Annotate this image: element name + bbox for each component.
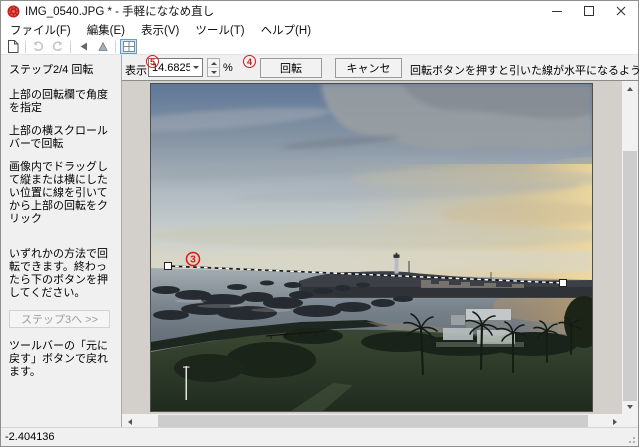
vertical-scrollbar[interactable] — [622, 81, 638, 414]
rotation-line-handle-right[interactable] — [560, 280, 567, 287]
chevron-down-icon — [211, 71, 217, 74]
close-button[interactable] — [605, 1, 637, 21]
app-icon — [7, 5, 20, 18]
spinner-up-button[interactable] — [208, 59, 219, 67]
toolbar-separator — [25, 41, 26, 53]
spinner-down-button[interactable] — [208, 67, 219, 76]
instruction-drag-line: 画像内でドラッグして縦または横にしたい位置に線を引いてから上部の回転をクリック — [9, 161, 115, 226]
rotate-right-icon — [97, 41, 109, 52]
scroll-down-button[interactable] — [622, 399, 638, 414]
photo-lighthouse — [395, 257, 399, 274]
new-image-button[interactable] — [4, 39, 21, 54]
app-window: IMG_0540.JPG * - 手軽にななめ直し ファイル(F) 編集(E) … — [0, 0, 639, 447]
minimize-icon — [552, 11, 562, 12]
titlebar: IMG_0540.JPG * - 手軽にななめ直し — [1, 1, 638, 21]
display-zoom-label: 表示 — [125, 62, 147, 78]
resize-grip[interactable] — [626, 434, 636, 444]
photo-image: 3 — [151, 84, 592, 411]
controlbar: 表示 % 回転 キャンセル 回転ボタンを押すと引いた線が水平になるように回転しま… — [122, 55, 638, 81]
zoom-spinner — [207, 58, 220, 77]
rotation-line-handle-left[interactable] — [165, 263, 172, 270]
minimize-button[interactable] — [541, 1, 573, 21]
next-step-button[interactable]: ステップ3へ >> — [9, 310, 110, 328]
menu-tools[interactable]: ツール(T) — [187, 21, 252, 39]
maximize-button[interactable] — [573, 1, 605, 21]
instruction-scrollbar: 上部の横スクロールバーで回転 — [9, 125, 115, 151]
toolbar-separator — [70, 41, 71, 53]
menu-help[interactable]: ヘルプ(H) — [253, 21, 319, 39]
work-area: 表示 % 回転 キャンセル 回転ボタンを押すと引いた線が水平になるように回転しま… — [122, 55, 638, 429]
chevron-left-icon — [128, 419, 132, 425]
grid-toggle-button[interactable] — [120, 39, 137, 54]
close-icon — [616, 6, 626, 16]
chevron-up-icon — [627, 87, 633, 91]
undo-icon — [32, 41, 45, 52]
statusbar: -2.404136 — [1, 427, 638, 446]
menu-edit[interactable]: 編集(E) — [79, 21, 133, 39]
chevron-right-icon — [613, 419, 617, 425]
instruction-finish: いずれかの方法で回転できます。終わったら下のボタンを押してください。 — [9, 248, 115, 300]
window-title: IMG_0540.JPG * - 手軽にななめ直し — [25, 3, 214, 19]
photo-canvas[interactable]: 3 — [150, 83, 593, 412]
redo-button[interactable] — [49, 39, 66, 54]
undo-note: ツールバーの「元に戻す」ボタンで戻れます。 — [9, 340, 115, 379]
cancel-button[interactable]: キャンセル — [335, 58, 402, 78]
instruction-angle: 上部の回転欄で角度を指定 — [9, 89, 115, 115]
step-title: ステップ2/4 回転 — [9, 64, 115, 77]
undo-button[interactable] — [30, 39, 47, 54]
rotate-right-button[interactable] — [94, 39, 111, 54]
annotation-badge-5: 5 — [146, 55, 159, 68]
toolbar — [1, 39, 638, 55]
rotation-angle-value: -2.404136 — [5, 431, 55, 443]
chevron-up-icon — [211, 62, 217, 65]
maximize-icon — [584, 6, 594, 16]
menubar: ファイル(F) 編集(E) 表示(V) ツール(T) ヘルプ(H) — [1, 21, 638, 39]
grid-icon — [123, 41, 135, 52]
rotate-left-icon — [78, 41, 89, 52]
toolbar-separator — [115, 41, 116, 53]
chevron-down-icon — [193, 66, 199, 69]
percent-label: % — [223, 62, 233, 74]
scroll-up-button[interactable] — [622, 81, 638, 96]
vertical-scrollbar-thumb[interactable] — [623, 151, 637, 401]
combo-dropdown-button[interactable] — [190, 66, 202, 69]
svg-text:3: 3 — [190, 255, 196, 266]
sidebar: ステップ2/4 回転 上部の回転欄で角度を指定 上部の横スクロールバーで回転 画… — [1, 55, 122, 429]
new-image-icon — [7, 40, 19, 53]
rotate-button[interactable]: 回転 — [260, 58, 322, 78]
rotate-left-button[interactable] — [75, 39, 92, 54]
canvas-viewport: 3 — [122, 81, 622, 414]
menu-file[interactable]: ファイル(F) — [2, 21, 79, 39]
redo-icon — [51, 41, 64, 52]
rotate-hint-text: 回転ボタンを押すと引いた線が水平になるように回転します。 — [410, 62, 639, 78]
chevron-down-icon — [627, 405, 633, 409]
photo-clouds — [151, 84, 592, 272]
menu-view[interactable]: 表示(V) — [133, 21, 187, 39]
photo-flagpole — [186, 366, 188, 400]
annotation-badge-4: 4 — [243, 55, 256, 68]
